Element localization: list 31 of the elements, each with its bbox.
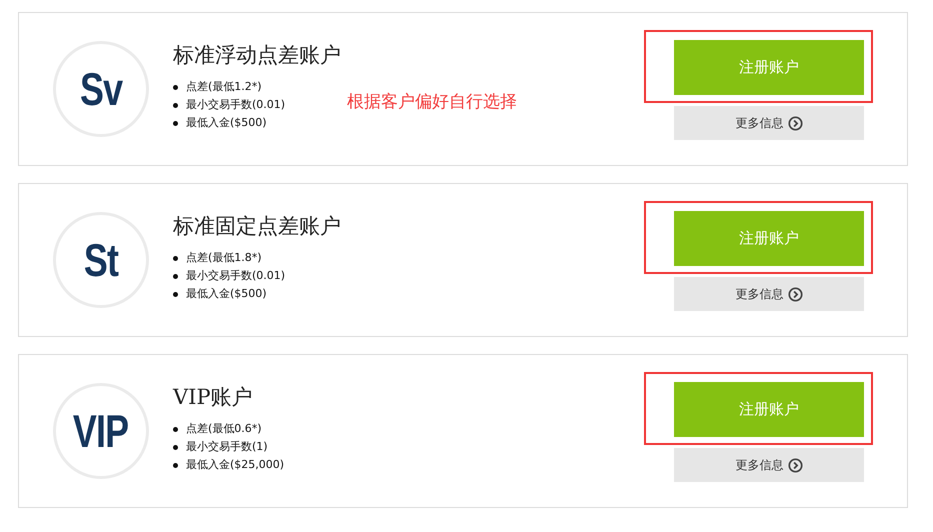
more-info-button[interactable]: 更多信息 bbox=[674, 106, 864, 140]
account-title: VIP账户 bbox=[173, 384, 254, 411]
feature-item: 最小交易手数(0.01) bbox=[186, 97, 286, 113]
bullet-icon bbox=[173, 84, 178, 90]
bullet-icon bbox=[173, 292, 178, 296]
feature-item: 点差(最低0.6*) bbox=[186, 421, 262, 437]
feature-item: 最低入金($25,000) bbox=[186, 457, 284, 473]
logo-badge: VIP bbox=[53, 383, 149, 479]
feature-item: 点差(最低1.8*) bbox=[186, 250, 262, 266]
feature-item: 最小交易手数(1) bbox=[186, 439, 268, 455]
account-title: 标准固定点差账户 bbox=[173, 213, 342, 240]
chevron-right-icon bbox=[788, 458, 802, 472]
account-title: 标准浮动点差账户 bbox=[173, 42, 342, 69]
more-info-button[interactable]: 更多信息 bbox=[674, 277, 864, 311]
feature-item: 最低入金($500) bbox=[186, 115, 267, 131]
feature-item: 最低入金($500) bbox=[186, 286, 267, 302]
more-info-button[interactable]: 更多信息 bbox=[674, 448, 864, 482]
bullet-icon bbox=[173, 444, 178, 450]
bullet-icon bbox=[173, 426, 178, 432]
logo-badge: Sv bbox=[53, 41, 149, 137]
bullet-icon bbox=[173, 274, 178, 278]
bullet-icon bbox=[173, 102, 178, 108]
feature-item: 最小交易手数(0.01) bbox=[186, 268, 286, 284]
bullet-icon bbox=[173, 462, 178, 468]
chevron-right-icon bbox=[788, 116, 802, 130]
bullet-icon bbox=[173, 120, 178, 126]
chevron-right-icon bbox=[788, 286, 802, 302]
logo-badge: St bbox=[53, 212, 149, 308]
bullet-icon bbox=[173, 256, 178, 260]
feature-item: 点差(最低1.2*) bbox=[186, 79, 262, 95]
annotation-text: 根据客户偏好自行选择 bbox=[347, 91, 518, 113]
